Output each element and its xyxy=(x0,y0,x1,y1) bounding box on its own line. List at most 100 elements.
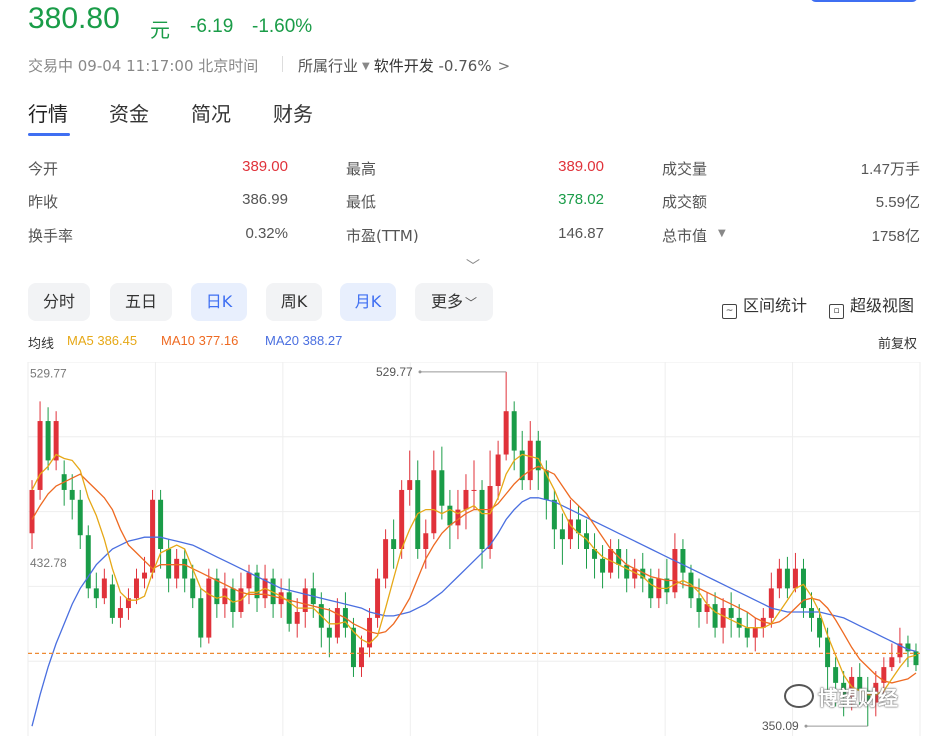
low-marker-dot xyxy=(804,724,808,728)
wechat-icon xyxy=(784,684,814,708)
candle-body xyxy=(174,558,180,579)
candle-body xyxy=(551,499,557,530)
candle-body xyxy=(359,647,364,668)
adjust-mode[interactable]: 前复权 xyxy=(878,333,917,352)
top-action-button[interactable] xyxy=(810,0,918,2)
candle-body xyxy=(776,568,782,589)
candle-body xyxy=(495,454,501,487)
candle-body xyxy=(817,617,823,638)
candle-body xyxy=(768,588,774,618)
stat-label[interactable]: 总市值 xyxy=(662,225,707,246)
candle-body xyxy=(69,489,75,500)
candle-body xyxy=(158,499,164,549)
candle-body xyxy=(463,489,469,510)
candle-body xyxy=(784,568,790,589)
candle-body xyxy=(648,578,654,599)
tab-quote[interactable]: 行情 xyxy=(28,98,68,127)
candle-body xyxy=(286,592,292,624)
candle-body xyxy=(696,598,702,612)
range-stats-label: 区间统计 xyxy=(743,296,808,315)
candle-body xyxy=(391,539,397,549)
stat-label: 昨收 xyxy=(28,193,59,211)
chevron-down-icon: ﹀ xyxy=(465,296,478,310)
candle-body xyxy=(511,411,517,451)
candle-body xyxy=(206,578,212,638)
industry-change: -0.76% xyxy=(438,57,492,75)
candle-body xyxy=(182,558,188,579)
candle-body xyxy=(117,608,123,618)
candle-body xyxy=(29,489,35,534)
period-more-label: 更多 xyxy=(430,292,463,311)
candle-body xyxy=(447,505,453,526)
period-more[interactable]: 更多 ﹀ xyxy=(415,283,493,321)
range-stats-button[interactable]: ~ 区间统计 xyxy=(722,292,807,319)
stat-label: 成交量 xyxy=(662,160,708,178)
price-unit: 元 xyxy=(150,18,170,42)
tab-profile[interactable]: 简况 xyxy=(191,98,231,127)
candle-body xyxy=(487,486,493,549)
candle-body xyxy=(326,627,332,638)
status-divider xyxy=(282,56,283,72)
candle-body xyxy=(744,627,750,638)
tab-funds[interactable]: 资金 xyxy=(109,98,149,127)
stat-label: 成交额 xyxy=(662,193,708,211)
chevron-right-icon: > xyxy=(497,57,511,75)
candle-body xyxy=(150,499,156,573)
y-axis-label-high: 529.77 xyxy=(30,366,67,380)
stat-label: 市盈(TTM) xyxy=(346,227,419,245)
stat-value: 378.02 xyxy=(558,191,604,208)
stat-label: 今开 xyxy=(28,160,59,178)
ma5-legend: MA5 386.45 xyxy=(67,333,138,348)
candle-body xyxy=(77,499,83,536)
super-view-button[interactable]: ▫ 超级视图 xyxy=(829,292,914,319)
candle-body xyxy=(889,657,895,668)
caret-down-icon: ▼ xyxy=(362,61,370,72)
ma-legend-label: 均线 xyxy=(28,336,55,351)
industry-label: 所属行业 xyxy=(298,57,359,75)
period-daily[interactable]: 日K xyxy=(191,283,247,321)
range-stats-icon: ~ xyxy=(722,304,737,319)
stat-value: 1.47万手 xyxy=(860,161,920,178)
candle-body xyxy=(37,421,43,490)
candle-body xyxy=(383,539,389,579)
tab-finance[interactable]: 财务 xyxy=(273,98,313,127)
candle-body xyxy=(431,470,437,534)
super-view-label: 超级视图 xyxy=(850,296,915,315)
stat-value: 1758亿 xyxy=(871,228,920,245)
candle-body xyxy=(479,489,485,549)
stat-value: 5.59亿 xyxy=(875,194,920,211)
period-monthly[interactable]: 月K xyxy=(340,283,396,321)
candle-body xyxy=(85,535,91,589)
candle-body xyxy=(825,637,831,668)
candle-body xyxy=(680,549,686,573)
candle-body xyxy=(109,584,115,618)
candle-body xyxy=(294,611,300,624)
price-change: -6.19 xyxy=(190,16,234,37)
ma20-legend: MA20 388.27 xyxy=(265,333,343,348)
candle-body xyxy=(133,578,139,599)
candle-body xyxy=(93,588,99,599)
kline-chart[interactable]: 529.77 432.78 529.77 350.09 xyxy=(0,362,949,736)
candle-body xyxy=(752,627,758,638)
candle-body xyxy=(527,440,533,481)
candle-body xyxy=(624,564,630,579)
candle-body xyxy=(198,598,204,638)
low-marker-label: 350.09 xyxy=(762,719,799,733)
candle-body xyxy=(439,470,445,506)
fullscreen-icon: ▫ xyxy=(829,304,844,319)
period-intraday[interactable]: 分时 xyxy=(28,283,90,321)
stat-value: 0.32% xyxy=(245,225,288,242)
candle-body xyxy=(375,578,381,618)
expand-chevron-icon[interactable]: ﹀ xyxy=(466,256,480,276)
stat-value: 389.00 xyxy=(558,158,604,175)
industry-link[interactable]: 所属行业 ▼ 软件开发 -0.76% > xyxy=(298,55,510,76)
candle-body xyxy=(728,608,734,618)
period-5day[interactable]: 五日 xyxy=(110,283,172,321)
candle-body xyxy=(101,578,107,599)
period-weekly[interactable]: 周K xyxy=(266,283,322,321)
stat-label: 最低 xyxy=(346,193,377,211)
candle-body xyxy=(559,529,565,540)
high-marker-dot xyxy=(418,370,422,374)
active-tab-indicator xyxy=(28,133,70,136)
candle-body xyxy=(712,604,718,628)
